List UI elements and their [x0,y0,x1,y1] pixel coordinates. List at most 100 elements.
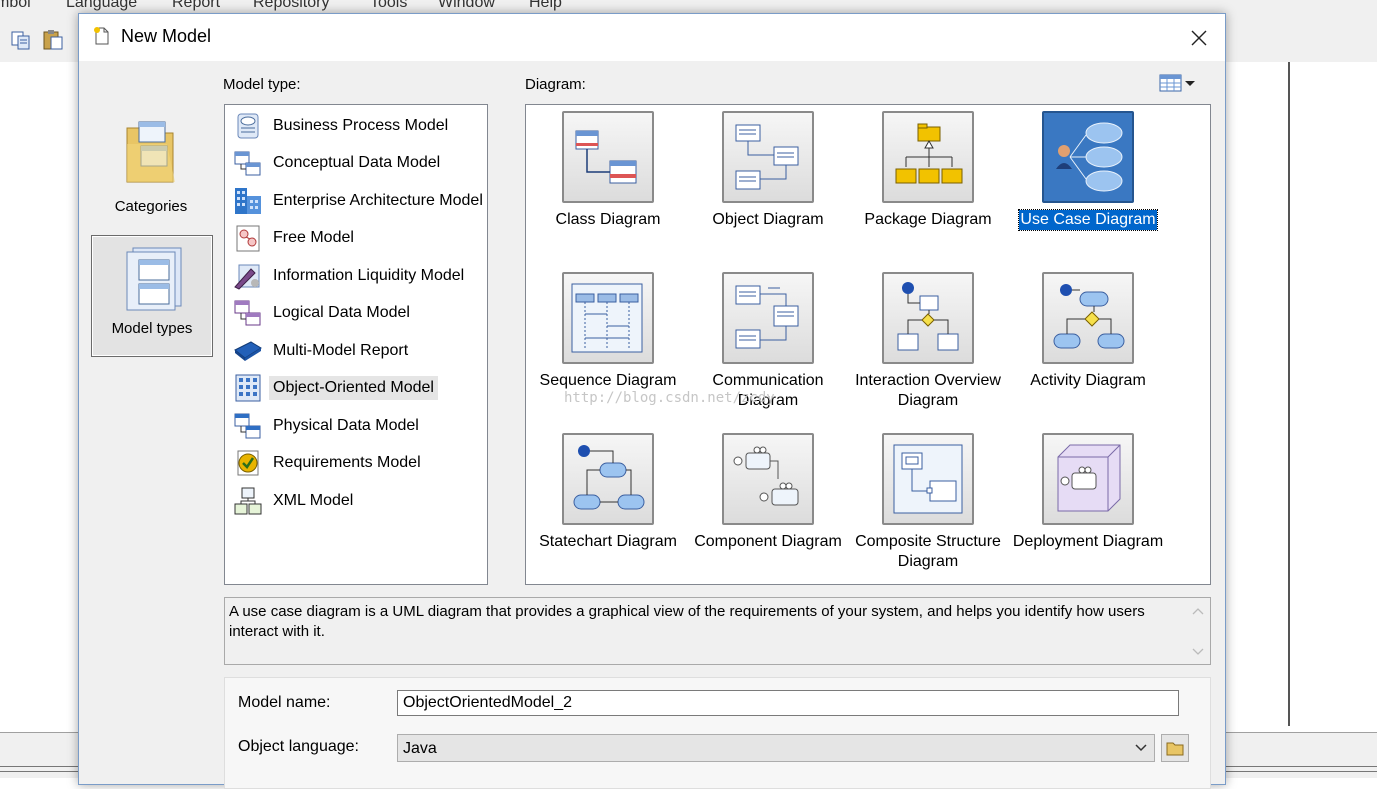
diagram-class[interactable]: Class Diagram [528,111,688,230]
paste-icon[interactable] [42,29,64,51]
close-icon [1191,30,1207,46]
diagram-label-text: Deployment Diagram [1012,533,1164,550]
list-item-free-model[interactable]: Free Model [233,223,358,253]
multi-model-report-icon [234,341,262,361]
close-button[interactable] [1179,22,1219,54]
business-process-model-icon [237,113,259,139]
model-form: Model name: Object language: Java [224,677,1211,789]
diagram-label-text: Interaction Overview Diagram [855,372,1001,409]
object-language-label: Object language: [238,738,359,755]
folder-icon [1166,742,1184,756]
xml-model-icon [234,487,262,515]
diagram-label-text: Use Case Diagram [1018,209,1158,231]
diagram-label: Diagram: [525,76,586,93]
list-item-conceptual-data-model[interactable]: Conceptual Data Model [233,148,444,178]
communication-diagram-icon [735,285,799,349]
diagram-label-text: Statechart Diagram [539,533,677,550]
list-item-label: Requirements Model [273,454,421,471]
list-item-multi-model-report[interactable]: Multi-Model Report [233,336,412,366]
package-diagram-icon [895,123,963,184]
rail-model-types[interactable]: Model types [91,235,213,357]
list-item-label: Logical Data Model [273,304,410,321]
activity-diagram-icon [1053,284,1125,349]
copy-icon[interactable] [10,29,32,51]
browse-language-button[interactable] [1161,734,1189,762]
description-box: A use case diagram is a UML diagram that… [224,597,1211,665]
diagram-label-text: Object Diagram [712,211,824,228]
diagram-label-text: Class Diagram [555,211,661,228]
diagram-statechart[interactable]: Statechart Diagram [528,433,688,552]
diagram-object[interactable]: Object Diagram [688,111,848,230]
diagram-interaction-overview[interactable]: Interaction Overview Diagram [848,272,1008,411]
rail-categories[interactable]: Categories [91,112,211,224]
list-item-label: Free Model [273,229,354,246]
dropdown-arrow-icon [1185,81,1195,86]
description-text: A use case diagram is a UML diagram that… [229,603,1145,640]
view-mode-button[interactable] [1159,72,1207,94]
list-item-xml-model[interactable]: XML Model [233,486,357,516]
deployment-diagram-icon [1057,444,1121,512]
list-item-information-liquidity-model[interactable]: Information Liquidity Model [233,261,468,291]
new-model-dialog: New Model Categories Model types Model t… [78,13,1226,789]
object-oriented-model-icon [235,374,261,402]
sequence-diagram-icon [571,283,643,353]
model-type-list: Business Process Model Conceptual Data M… [224,104,488,585]
list-item-label: Information Liquidity Model [273,267,465,284]
list-item-label: Object-Oriented Model [269,376,438,400]
model-type-label: Model type: [223,76,301,93]
rail-model-types-label: Model types [111,320,193,337]
diagram-panel: Class Diagram Object Diagram Package Dia… [525,104,1211,585]
use-case-diagram-icon [1056,122,1123,192]
scroll-down-icon[interactable] [1187,641,1209,661]
list-item-logical-data-model[interactable]: Logical Data Model [233,298,414,328]
free-model-icon [236,225,260,252]
menu-item-symbol[interactable]: mbol [0,0,31,12]
diagram-deployment[interactable]: Deployment Diagram [1008,433,1168,552]
composite-structure-diagram-icon [893,444,963,514]
physical-data-model-icon [234,413,261,439]
interaction-overview-diagram-icon [897,282,959,351]
class-diagram-icon [575,130,637,184]
menu-item-language[interactable]: Language [66,0,137,12]
diagram-activity[interactable]: Activity Diagram [1008,272,1168,391]
dialog-title: New Model [121,26,212,46]
description-scrollbar[interactable] [1187,599,1209,663]
object-diagram-icon [735,124,799,190]
chevron-down-icon [1135,744,1147,752]
diagram-label-text: Communication Diagram [712,372,824,409]
menu-item-repository[interactable]: Repository [253,0,329,12]
menu-item-window[interactable]: Window [438,0,495,12]
diagram-label-text: Component Diagram [694,533,842,550]
dialog-titlebar: New Model [79,14,1225,61]
menu-item-tools[interactable]: Tools [370,0,407,12]
list-item-physical-data-model[interactable]: Physical Data Model [233,411,423,441]
categories-folder-icon [126,121,175,183]
menu-item-report[interactable]: Report [172,0,220,12]
object-language-value: Java [403,740,437,757]
diagram-component[interactable]: Component Diagram [688,433,848,552]
list-item-object-oriented-model[interactable]: Object-Oriented Model [233,373,438,403]
model-name-input[interactable] [397,690,1179,716]
list-item-label: Business Process Model [273,117,449,134]
diagram-sequence[interactable]: Sequence Diagram [528,272,688,391]
component-diagram-icon [733,446,799,506]
diagram-label-text: Package Diagram [864,211,992,228]
model-types-icon [126,247,182,311]
enterprise-architecture-model-icon [235,188,261,214]
new-document-icon [93,26,111,46]
diagram-use-case[interactable]: Use Case Diagram [1008,111,1168,231]
diagram-package[interactable]: Package Diagram [848,111,1008,230]
list-item-enterprise-architecture-model[interactable]: Enterprise Architecture Model [233,186,487,216]
diagram-label-text: Composite Structure Diagram [855,533,1001,570]
menu-item-help[interactable]: Help [529,0,562,12]
list-item-requirements-model[interactable]: Requirements Model [233,448,425,478]
diagram-composite-structure[interactable]: Composite Structure Diagram [848,433,1008,572]
object-language-select[interactable]: Java [397,734,1155,762]
list-item-label: XML Model [273,492,354,509]
list-item-business-process-model[interactable]: Business Process Model [233,111,452,141]
information-liquidity-model-icon [234,264,260,290]
conceptual-data-model-icon [234,151,261,176]
diagram-communication[interactable]: Communication Diagram [688,272,848,411]
list-item-label: Physical Data Model [273,417,419,434]
scroll-up-icon[interactable] [1187,602,1209,622]
